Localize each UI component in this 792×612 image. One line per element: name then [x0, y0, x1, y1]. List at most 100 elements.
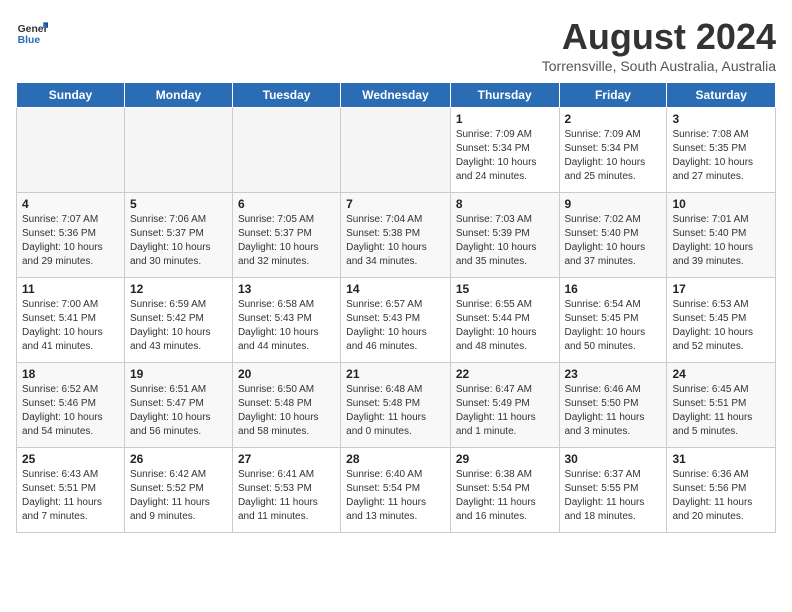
- day-info: Sunrise: 6:38 AM Sunset: 5:54 PM Dayligh…: [456, 468, 554, 524]
- day-info: Sunrise: 6:57 AM Sunset: 5:43 PM Dayligh…: [346, 298, 445, 354]
- calendar-cell-1: 1 Sunrise: 7:09 AM Sunset: 5:34 PM Daylig…: [450, 108, 559, 193]
- day-info: Sunrise: 6:59 AM Sunset: 5:42 PM Dayligh…: [130, 298, 227, 354]
- day-number: 20: [238, 367, 335, 381]
- day-number: 17: [672, 282, 770, 296]
- calendar-cell-empty-2: [232, 108, 340, 193]
- day-number: 28: [346, 452, 445, 466]
- day-header-thursday: Thursday: [450, 83, 559, 108]
- day-info: Sunrise: 6:50 AM Sunset: 5:48 PM Dayligh…: [238, 383, 335, 439]
- week-row-1: 1 Sunrise: 7:09 AM Sunset: 5:34 PM Daylig…: [17, 108, 776, 193]
- calendar-cell-11: 11 Sunrise: 7:00 AM Sunset: 5:41 PM Dayli…: [17, 278, 125, 363]
- day-header-saturday: Saturday: [667, 83, 776, 108]
- calendar-cell-13: 13 Sunrise: 6:58 AM Sunset: 5:43 PM Dayli…: [232, 278, 340, 363]
- day-info: Sunrise: 7:00 AM Sunset: 5:41 PM Dayligh…: [22, 298, 119, 354]
- day-info: Sunrise: 6:54 AM Sunset: 5:45 PM Dayligh…: [565, 298, 662, 354]
- calendar-cell-19: 19 Sunrise: 6:51 AM Sunset: 5:47 PM Dayli…: [124, 363, 232, 448]
- day-number: 1: [456, 112, 554, 126]
- day-number: 11: [22, 282, 119, 296]
- day-number: 2: [565, 112, 662, 126]
- day-number: 3: [672, 112, 770, 126]
- day-info: Sunrise: 6:42 AM Sunset: 5:52 PM Dayligh…: [130, 468, 227, 524]
- day-number: 4: [22, 197, 119, 211]
- calendar-cell-6: 6 Sunrise: 7:05 AM Sunset: 5:37 PM Daylig…: [232, 193, 340, 278]
- day-info: Sunrise: 6:37 AM Sunset: 5:55 PM Dayligh…: [565, 468, 662, 524]
- calendar-cell-empty-0: [17, 108, 125, 193]
- calendar-cell-21: 21Sunrise: 6:48 AM Sunset: 5:48 PM Dayli…: [341, 363, 451, 448]
- day-info: Sunrise: 6:43 AM Sunset: 5:51 PM Dayligh…: [22, 468, 119, 524]
- svg-text:Blue: Blue: [18, 35, 41, 46]
- day-header-monday: Monday: [124, 83, 232, 108]
- calendar-cell-4: 4 Sunrise: 7:07 AM Sunset: 5:36 PM Daylig…: [17, 193, 125, 278]
- calendar-cell-23: 23Sunrise: 6:46 AM Sunset: 5:50 PM Dayli…: [559, 363, 667, 448]
- calendar-cell-10: 10 Sunrise: 7:01 AM Sunset: 5:40 PM Dayli…: [667, 193, 776, 278]
- day-number: 12: [130, 282, 227, 296]
- calendar-table: SundayMondayTuesdayWednesdayThursdayFrid…: [16, 82, 776, 533]
- day-number: 31: [672, 452, 770, 466]
- day-info: Sunrise: 6:45 AM Sunset: 5:51 PM Dayligh…: [672, 383, 770, 439]
- day-info: Sunrise: 7:06 AM Sunset: 5:37 PM Dayligh…: [130, 213, 227, 269]
- calendar-cell-20: 20 Sunrise: 6:50 AM Sunset: 5:48 PM Dayli…: [232, 363, 340, 448]
- logo-icon: General Blue: [16, 16, 48, 48]
- day-info: Sunrise: 6:52 AM Sunset: 5:46 PM Dayligh…: [22, 383, 119, 439]
- day-info: Sunrise: 6:40 AM Sunset: 5:54 PM Dayligh…: [346, 468, 445, 524]
- day-header-row: SundayMondayTuesdayWednesdayThursdayFrid…: [17, 83, 776, 108]
- day-info: Sunrise: 7:09 AM Sunset: 5:34 PM Dayligh…: [565, 128, 662, 184]
- day-header-sunday: Sunday: [17, 83, 125, 108]
- calendar-subtitle: Torrensville, South Australia, Australia: [542, 58, 776, 74]
- calendar-cell-17: 17 Sunrise: 6:53 AM Sunset: 5:45 PM Dayli…: [667, 278, 776, 363]
- day-info: Sunrise: 6:55 AM Sunset: 5:44 PM Dayligh…: [456, 298, 554, 354]
- day-header-friday: Friday: [559, 83, 667, 108]
- day-info: Sunrise: 6:51 AM Sunset: 5:47 PM Dayligh…: [130, 383, 227, 439]
- calendar-cell-18: 18Sunrise: 6:52 AM Sunset: 5:46 PM Dayli…: [17, 363, 125, 448]
- week-row-4: 18Sunrise: 6:52 AM Sunset: 5:46 PM Dayli…: [17, 363, 776, 448]
- day-number: 6: [238, 197, 335, 211]
- calendar-cell-7: 7 Sunrise: 7:04 AM Sunset: 5:38 PM Daylig…: [341, 193, 451, 278]
- day-header-tuesday: Tuesday: [232, 83, 340, 108]
- day-info: Sunrise: 7:05 AM Sunset: 5:37 PM Dayligh…: [238, 213, 335, 269]
- day-number: 24: [672, 367, 770, 381]
- day-number: 13: [238, 282, 335, 296]
- calendar-cell-3: 3Sunrise: 7:08 AM Sunset: 5:35 PM Daylig…: [667, 108, 776, 193]
- day-number: 25: [22, 452, 119, 466]
- day-info: Sunrise: 6:58 AM Sunset: 5:43 PM Dayligh…: [238, 298, 335, 354]
- week-row-3: 11 Sunrise: 7:00 AM Sunset: 5:41 PM Dayli…: [17, 278, 776, 363]
- day-number: 27: [238, 452, 335, 466]
- calendar-cell-27: 27Sunrise: 6:41 AM Sunset: 5:53 PM Dayli…: [232, 448, 340, 533]
- day-number: 8: [456, 197, 554, 211]
- title-block: August 2024 Torrensville, South Australi…: [542, 16, 776, 74]
- day-info: Sunrise: 7:09 AM Sunset: 5:34 PM Dayligh…: [456, 128, 554, 184]
- calendar-cell-5: 5 Sunrise: 7:06 AM Sunset: 5:37 PM Daylig…: [124, 193, 232, 278]
- logo: General Blue: [16, 16, 48, 48]
- calendar-title: August 2024: [542, 16, 776, 58]
- day-number: 14: [346, 282, 445, 296]
- calendar-cell-15: 15Sunrise: 6:55 AM Sunset: 5:44 PM Dayli…: [450, 278, 559, 363]
- day-info: Sunrise: 7:02 AM Sunset: 5:40 PM Dayligh…: [565, 213, 662, 269]
- day-info: Sunrise: 7:04 AM Sunset: 5:38 PM Dayligh…: [346, 213, 445, 269]
- day-info: Sunrise: 6:53 AM Sunset: 5:45 PM Dayligh…: [672, 298, 770, 354]
- calendar-cell-26: 26Sunrise: 6:42 AM Sunset: 5:52 PM Dayli…: [124, 448, 232, 533]
- day-number: 5: [130, 197, 227, 211]
- calendar-cell-30: 30 Sunrise: 6:37 AM Sunset: 5:55 PM Dayli…: [559, 448, 667, 533]
- day-number: 29: [456, 452, 554, 466]
- calendar-cell-25: 25 Sunrise: 6:43 AM Sunset: 5:51 PM Dayli…: [17, 448, 125, 533]
- week-row-5: 25 Sunrise: 6:43 AM Sunset: 5:51 PM Dayli…: [17, 448, 776, 533]
- day-number: 9: [565, 197, 662, 211]
- day-info: Sunrise: 7:01 AM Sunset: 5:40 PM Dayligh…: [672, 213, 770, 269]
- calendar-cell-9: 9 Sunrise: 7:02 AM Sunset: 5:40 PM Daylig…: [559, 193, 667, 278]
- week-row-2: 4 Sunrise: 7:07 AM Sunset: 5:36 PM Daylig…: [17, 193, 776, 278]
- calendar-cell-empty-1: [124, 108, 232, 193]
- calendar-cell-24: 24 Sunrise: 6:45 AM Sunset: 5:51 PM Dayli…: [667, 363, 776, 448]
- day-number: 10: [672, 197, 770, 211]
- day-number: 7: [346, 197, 445, 211]
- calendar-cell-31: 31 Sunrise: 6:36 AM Sunset: 5:56 PM Dayli…: [667, 448, 776, 533]
- day-number: 23: [565, 367, 662, 381]
- day-number: 16: [565, 282, 662, 296]
- calendar-cell-16: 16 Sunrise: 6:54 AM Sunset: 5:45 PM Dayli…: [559, 278, 667, 363]
- day-header-wednesday: Wednesday: [341, 83, 451, 108]
- day-number: 30: [565, 452, 662, 466]
- calendar-cell-29: 29 Sunrise: 6:38 AM Sunset: 5:54 PM Dayli…: [450, 448, 559, 533]
- day-info: Sunrise: 7:07 AM Sunset: 5:36 PM Dayligh…: [22, 213, 119, 269]
- day-info: Sunrise: 6:48 AM Sunset: 5:48 PM Dayligh…: [346, 383, 445, 439]
- day-info: Sunrise: 6:36 AM Sunset: 5:56 PM Dayligh…: [672, 468, 770, 524]
- day-number: 19: [130, 367, 227, 381]
